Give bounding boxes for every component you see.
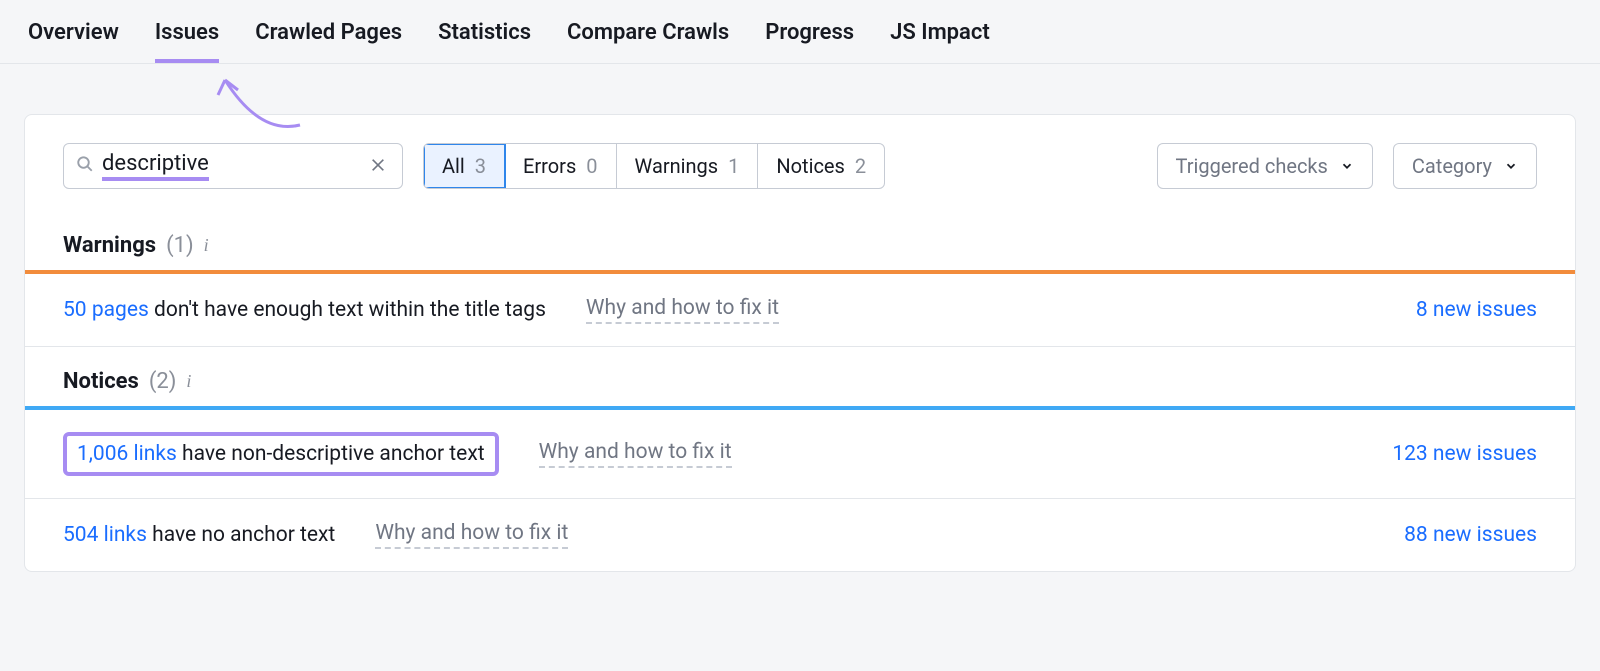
- info-icon[interactable]: i: [186, 371, 191, 392]
- why-how-link[interactable]: Why and how to fix it: [586, 296, 779, 324]
- issue-row: 504 links have no anchor text Why and ho…: [25, 499, 1575, 571]
- tab-compare-crawls[interactable]: Compare Crawls: [567, 20, 729, 63]
- toolbar: descriptive All 3 Errors 0 Warnings 1 No…: [25, 115, 1575, 211]
- warnings-count: (1): [166, 233, 194, 258]
- why-how-link[interactable]: Why and how to fix it: [375, 521, 568, 549]
- tab-issues[interactable]: Issues: [155, 20, 219, 63]
- filter-all-label: All: [442, 154, 465, 178]
- notices-count: (2): [149, 369, 177, 394]
- filter-all-count: 3: [475, 154, 486, 178]
- issue-row: 1,006 links have non-descriptive anchor …: [25, 410, 1575, 499]
- tab-js-impact[interactable]: JS Impact: [890, 20, 990, 63]
- filter-errors-count: 0: [586, 154, 597, 178]
- issue-description: 50 pages don't have enough text within t…: [63, 298, 546, 322]
- filter-notices-count: 2: [855, 154, 866, 178]
- new-issues-link[interactable]: 123 new issues: [1392, 442, 1537, 466]
- issue-count-link[interactable]: 504 links: [63, 523, 147, 547]
- category-dropdown[interactable]: Category: [1393, 143, 1537, 189]
- issue-row: 50 pages don't have enough text within t…: [25, 274, 1575, 347]
- new-issues-link[interactable]: 88 new issues: [1404, 523, 1537, 547]
- issue-text-rest: have no anchor text: [147, 523, 335, 547]
- highlighted-issue: 1,006 links have non-descriptive anchor …: [63, 432, 499, 476]
- tab-overview[interactable]: Overview: [28, 20, 119, 63]
- issue-description: 504 links have no anchor text: [63, 523, 335, 547]
- filter-warnings-label: Warnings: [635, 154, 719, 178]
- filter-warnings[interactable]: Warnings 1: [617, 144, 759, 188]
- search-input-wrapper[interactable]: descriptive: [63, 143, 403, 189]
- triggered-checks-dropdown[interactable]: Triggered checks: [1157, 143, 1373, 189]
- warnings-section-header: Warnings (1) i: [25, 211, 1575, 270]
- issue-count-link[interactable]: 1,006 links: [77, 442, 177, 466]
- new-issues-link[interactable]: 8 new issues: [1416, 298, 1537, 322]
- category-label: Category: [1412, 154, 1492, 178]
- filter-notices[interactable]: Notices 2: [758, 144, 884, 188]
- warnings-title: Warnings: [63, 233, 156, 258]
- chevron-down-icon: [1340, 159, 1354, 173]
- search-icon: [76, 155, 94, 177]
- clear-search-icon[interactable]: [366, 154, 390, 178]
- issue-count-link[interactable]: 50 pages: [63, 298, 149, 322]
- filter-all[interactable]: All 3: [424, 144, 505, 188]
- issues-panel: descriptive All 3 Errors 0 Warnings 1 No…: [24, 114, 1576, 572]
- top-tabs: Overview Issues Crawled Pages Statistics…: [0, 0, 1600, 64]
- info-icon[interactable]: i: [204, 235, 209, 256]
- tab-crawled-pages[interactable]: Crawled Pages: [255, 20, 402, 63]
- triggered-checks-label: Triggered checks: [1176, 154, 1328, 178]
- filter-notices-label: Notices: [776, 154, 844, 178]
- tab-progress[interactable]: Progress: [765, 20, 854, 63]
- search-input[interactable]: descriptive: [102, 151, 366, 181]
- filter-errors-label: Errors: [523, 154, 576, 178]
- filter-warnings-count: 1: [728, 154, 739, 178]
- notices-title: Notices: [63, 369, 139, 394]
- notices-section-header: Notices (2) i: [25, 347, 1575, 406]
- severity-filter-group: All 3 Errors 0 Warnings 1 Notices 2: [423, 143, 885, 189]
- chevron-down-icon: [1504, 159, 1518, 173]
- tab-statistics[interactable]: Statistics: [438, 20, 531, 63]
- issue-text-rest: don't have enough text within the title …: [149, 298, 546, 322]
- filter-errors[interactable]: Errors 0: [505, 144, 616, 188]
- issue-text-rest: have non-descriptive anchor text: [177, 442, 485, 466]
- why-how-link[interactable]: Why and how to fix it: [539, 440, 732, 468]
